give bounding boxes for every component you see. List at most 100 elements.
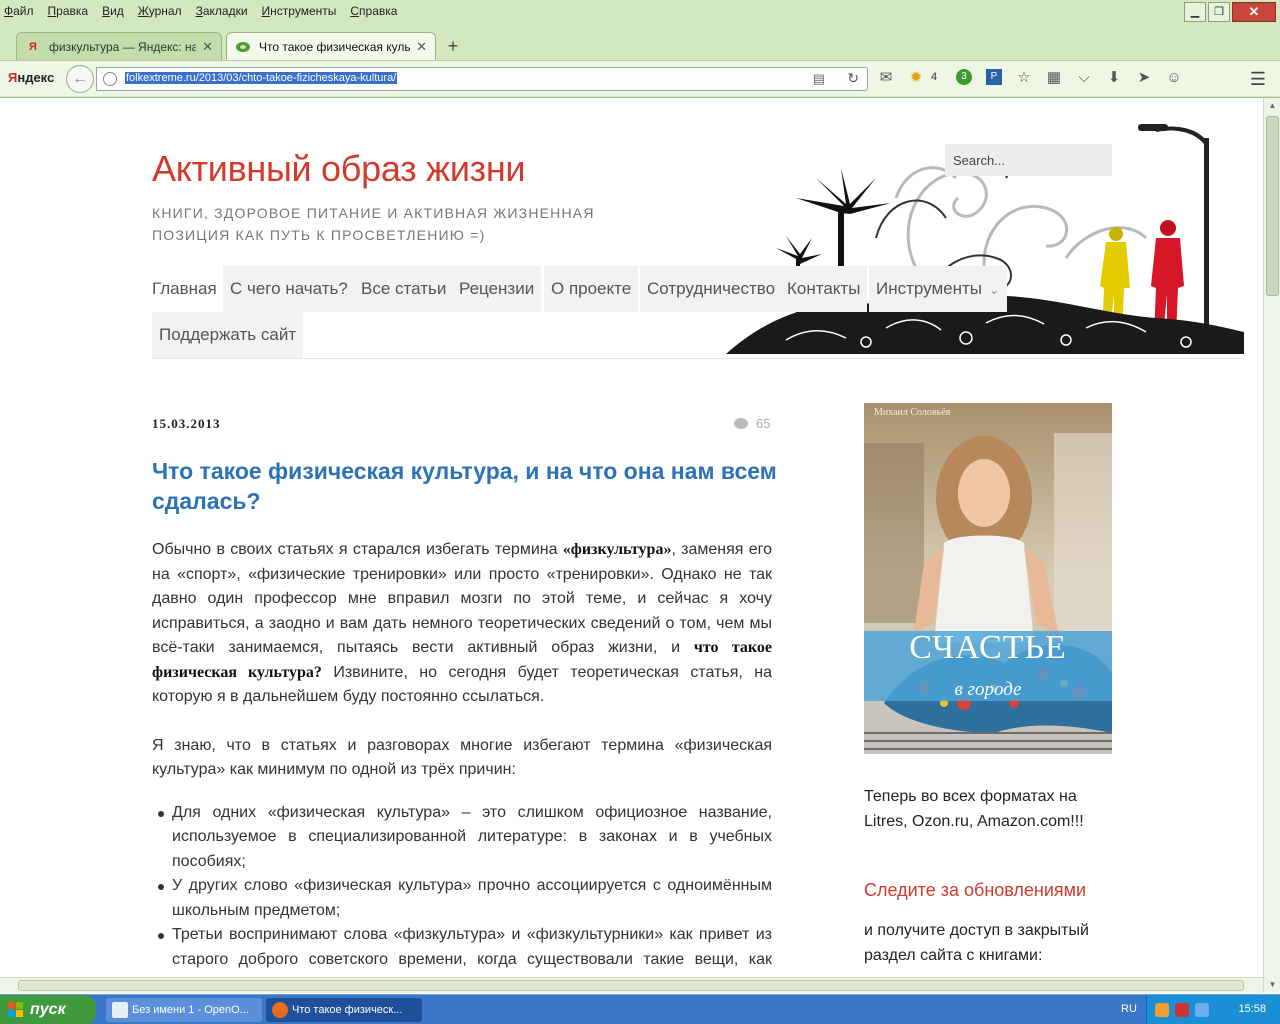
globe-icon (103, 72, 117, 86)
weather-icon[interactable]: ✹ (908, 68, 924, 86)
taskbar-openoffice[interactable]: Без имени 1 - OpenO... (106, 998, 262, 1022)
back-button[interactable]: ← (66, 65, 94, 93)
scroll-down-arrow-icon[interactable]: ▼ (1265, 977, 1280, 993)
nav-item-all-articles[interactable]: Все статьи (354, 266, 454, 312)
reader-view-icon[interactable]: ▤ (813, 71, 825, 87)
search-input[interactable] (945, 144, 1112, 176)
task-label: Без имени 1 - OpenO... (132, 1004, 249, 1016)
subscribe-heading: Следите за обновлениями (864, 880, 1087, 900)
site-tagline: Книги, здоровое питание и активная жизне… (152, 205, 595, 243)
menu-history[interactable]: Журнал (138, 4, 182, 18)
windows-flag-icon (8, 1002, 23, 1017)
start-label: пуск (30, 1001, 66, 1018)
nav-item-about[interactable]: О проекте (544, 266, 639, 312)
yandex-label: ндекс (17, 70, 55, 85)
nav-item-tools[interactable]: Инструменты ⌄ (869, 266, 1007, 312)
paragraph: Обычно в своих статьях я старался избега… (152, 538, 772, 710)
site-title[interactable]: Активный образ жизни (152, 148, 526, 190)
tab-title: Что такое физическая культ... (259, 39, 411, 54)
menu-bar: Файл Правка Вид Журнал Закладки Инструме… (0, 0, 1200, 22)
leaf-icon (235, 39, 251, 55)
scroll-up-arrow-icon[interactable]: ▲ (1265, 98, 1280, 114)
url-text[interactable]: folkextreme.ru/2013/03/chto-takoe-fizich… (125, 72, 398, 84)
maximize-button[interactable]: ❐ (1208, 2, 1230, 22)
language-indicator[interactable]: RU (1121, 1003, 1137, 1015)
article-body: Обычно в своих статьях я старался избега… (152, 538, 772, 997)
close-window-button[interactable]: ✕ (1232, 2, 1276, 22)
star-icon[interactable]: ☆ (1016, 68, 1032, 86)
new-tab-button[interactable]: + (444, 36, 462, 56)
tray-volume-icon[interactable] (1195, 1003, 1209, 1017)
download-icon[interactable]: ⬇ (1106, 68, 1122, 86)
scroll-thumb[interactable] (18, 980, 1244, 991)
nav-item-support[interactable]: Поддержать сайт (152, 312, 304, 358)
window-controls: ▁ ❐ ✕ (1182, 2, 1276, 22)
chevron-down-icon: ⌄ (988, 282, 1000, 297)
tab-yandex-search[interactable]: Я физкультура — Яндекс: на... ✕ (16, 32, 222, 60)
horizontal-scrollbar[interactable] (0, 977, 1263, 993)
nav-item-cooperation[interactable]: Сотрудничество (640, 266, 783, 312)
yandex-logo[interactable]: Яндекс (8, 70, 54, 85)
menu-edit[interactable]: Правка (48, 4, 89, 18)
reading-list-icon[interactable]: ▦ (1046, 68, 1062, 86)
menu-icon[interactable]: ☰ (1250, 69, 1266, 90)
comment-count[interactable]: 65 (734, 416, 770, 431)
tray-network-icon[interactable] (1175, 1003, 1189, 1017)
document-icon (112, 1002, 128, 1018)
nav-divider (152, 358, 1243, 359)
book-cover[interactable]: Михаил Соловьёв СЧАСТЬЕ в городе (864, 403, 1112, 754)
post-date: 15.03.2013 (152, 416, 221, 431)
book-cover-art (864, 403, 1112, 754)
book-subtitle: в городе (954, 679, 1022, 700)
book-title: СЧАСТЬЕ (909, 629, 1067, 666)
menu-tools[interactable]: Инструменты (262, 4, 337, 18)
chat-icon[interactable]: ☺ (1166, 69, 1182, 86)
blue-p-icon[interactable]: P (986, 69, 1002, 85)
close-icon[interactable]: ✕ (416, 39, 427, 55)
clock: 15:58 (1238, 1003, 1266, 1015)
weather-count: 4 (930, 71, 938, 83)
vertical-scrollbar[interactable]: ▲ ▼ (1263, 98, 1280, 993)
book-formats-text: Теперь во всех форматах на Litres, Ozon.… (864, 788, 1084, 830)
nav-item-home[interactable]: Главная (152, 266, 224, 312)
browser-chrome: Файл Правка Вид Журнал Закладки Инструме… (0, 0, 1280, 98)
book-author: Михаил Соловьёв (874, 407, 951, 418)
task-label: Что такое физическ... (292, 1004, 403, 1016)
close-icon[interactable]: ✕ (202, 39, 213, 55)
nav-item-reviews[interactable]: Рецензии (452, 266, 542, 312)
mail-icon[interactable]: ✉ (878, 68, 894, 86)
start-button[interactable]: пуск (0, 995, 96, 1024)
reasons-list: Для одних «физическая культура» – это сл… (152, 801, 772, 997)
menu-bookmarks[interactable]: Закладки (196, 4, 248, 18)
menu-file[interactable]: Файл (4, 4, 34, 18)
tab-title: физкультура — Яндекс: на... (49, 39, 197, 54)
menu-view[interactable]: Вид (102, 4, 124, 18)
firefox-icon (272, 1002, 288, 1018)
post-title[interactable]: Что такое физическая культура, и на что … (152, 456, 777, 516)
nav-item-start[interactable]: С чего начать? (223, 266, 355, 312)
tab-strip: Я физкультура — Яндекс: на... ✕ Что тако… (0, 28, 1280, 60)
paragraph: Я знаю, что в статьях и разговорах многи… (152, 736, 772, 779)
taskbar-firefox[interactable]: Что такое физическ... (266, 998, 422, 1022)
green-badge-icon[interactable]: 3 (956, 69, 972, 85)
term-fizkultura: «физкультура» (562, 541, 672, 558)
reload-icon[interactable]: ↻ (847, 70, 859, 87)
send-icon[interactable]: ➤ (1136, 68, 1152, 86)
tab-article[interactable]: Что такое физическая культ... ✕ (226, 32, 436, 60)
list-item: Для одних «физическая культура» – это сл… (152, 801, 772, 875)
screen: Файл Правка Вид Журнал Закладки Инструме… (0, 0, 1280, 1024)
subscribe-text: и получите доступ в закрытый раздел сайт… (864, 922, 1089, 964)
menu-help[interactable]: Справка (350, 4, 397, 18)
scroll-thumb[interactable] (1266, 116, 1279, 296)
system-tray: RU 15:58 (1121, 995, 1280, 1024)
pocket-icon[interactable]: ⌵ (1076, 69, 1092, 86)
address-bar[interactable]: folkextreme.ru/2013/03/chto-takoe-fizich… (96, 67, 868, 91)
nav-item-contacts[interactable]: Контакты (780, 266, 868, 312)
yandex-icon: Я (29, 40, 37, 53)
list-item: У других слово «физическая культура» про… (152, 874, 772, 923)
toolbar-icons: ✉ ✹ 4 3 P ☆ ▦ ⌵ ⬇ ➤ ☺ (878, 68, 1196, 87)
comment-count-value: 65 (756, 416, 771, 431)
taskbar: пуск Без имени 1 - OpenO... Что такое фи… (0, 994, 1280, 1024)
tray-arrow-icon[interactable] (1155, 1003, 1169, 1017)
minimize-button[interactable]: ▁ (1184, 2, 1206, 22)
